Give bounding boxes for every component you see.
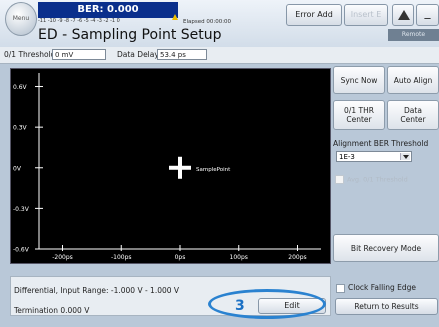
sample-point-label: SamplePoint	[196, 167, 231, 173]
thr-center-line1: 0/1 THR	[344, 106, 374, 115]
y-tick-label: -0.6V	[13, 247, 30, 254]
plot-svg: 0.6V 0.3V 0V -0.3V -0.6V -200ps -100ps 0ps 100ps…	[13, 73, 321, 261]
x-tick-label: 100ps	[230, 254, 248, 261]
error-add-button[interactable]: Error Add	[286, 4, 342, 26]
x-tick-label: -100ps	[111, 254, 132, 261]
thr-center-button[interactable]: 0/1 THR Center	[333, 100, 385, 130]
warning-triangle-icon	[398, 10, 410, 20]
warning-button[interactable]	[392, 4, 414, 26]
data-center-button[interactable]: Data Center	[387, 100, 439, 130]
data-delay-field[interactable]: 53.4 ps	[157, 49, 207, 60]
avg-threshold-label: Avg. 0/1 Threshold	[347, 175, 408, 184]
sync-now-button[interactable]: Sync Now	[333, 66, 385, 94]
minimize-button[interactable]: _	[416, 4, 439, 26]
x-tick-label: 200ps	[288, 254, 306, 261]
avg-threshold-checkbox[interactable]: Avg. 0/1 Threshold	[335, 175, 408, 184]
callout-number: 3	[235, 298, 245, 314]
alignment-threshold-value: 1E-3	[339, 153, 355, 161]
y-tick-label: -0.3V	[13, 206, 30, 213]
clock-falling-edge-checkbox[interactable]: Clock Falling Edge	[336, 283, 416, 293]
alignment-threshold-select[interactable]: 1E-3	[336, 151, 412, 162]
input-range-text: Differential, Input Range: -1.000 V - 1.…	[14, 286, 180, 295]
clock-falling-edge-label: Clock Falling Edge	[348, 283, 417, 292]
elapsed-time: Elapsed 00:00:00	[183, 19, 232, 25]
ber-marker-icon	[172, 14, 178, 20]
parameter-row: 0/1 Threshold: 0 mV Data Delay: 53.4 ps	[0, 47, 439, 64]
ber-indicator: BER: 0.000	[38, 2, 178, 18]
checkbox-icon	[336, 283, 345, 293]
data-delay-label: Data Delay:	[117, 50, 161, 59]
threshold-field[interactable]: 0 mV	[52, 49, 106, 60]
insert-error-button[interactable]: Insert E	[344, 4, 388, 26]
x-tick-label: -200ps	[52, 254, 73, 261]
menu-button[interactable]: Menu	[5, 2, 37, 36]
page-title: ED - Sampling Point Setup	[38, 27, 222, 43]
data-center-line1: Data	[404, 106, 422, 115]
edit-button[interactable]: Edit	[258, 298, 326, 314]
sample-point-horizontal	[169, 165, 191, 170]
y-tick-label: 0.3V	[13, 125, 28, 132]
bit-recovery-button[interactable]: Bit Recovery Mode	[333, 234, 439, 262]
side-panel: Sync Now Auto Align 0/1 THR Center Data …	[333, 66, 439, 298]
auto-align-button[interactable]: Auto Align	[387, 66, 439, 94]
threshold-label: 0/1 Threshold:	[4, 50, 58, 59]
remote-indicator: Remote	[388, 29, 439, 41]
thr-center-line2: Center	[346, 115, 372, 124]
y-tick-label: 0V	[13, 165, 22, 172]
x-tick-label: 0ps	[175, 254, 186, 261]
alignment-threshold-label: Alignment BER Threshold	[333, 139, 429, 148]
data-center-line2: Center	[400, 115, 426, 124]
y-tick-label: 0.6V	[13, 84, 28, 91]
chevron-down-icon	[400, 153, 410, 160]
sampling-point-plot[interactable]: 0.6V 0.3V 0V -0.3V -0.6V -200ps -100ps 0ps 100ps…	[10, 68, 331, 264]
return-to-results-button[interactable]: Return to Results	[335, 298, 438, 315]
checkbox-icon	[335, 175, 344, 184]
termination-text: Termination 0.000 V	[14, 306, 90, 315]
